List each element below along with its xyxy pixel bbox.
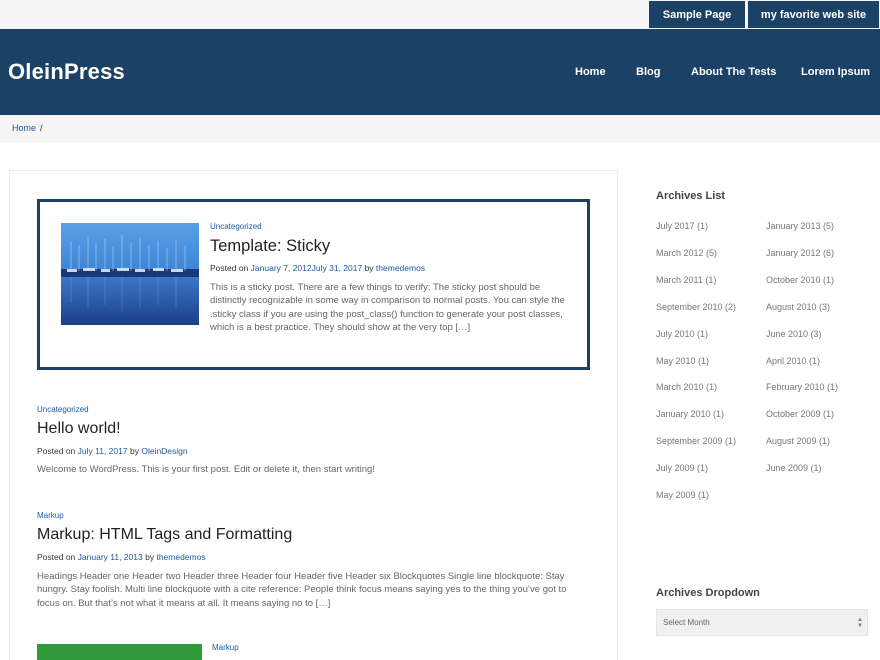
archive-link[interactable]: January 2012 (6)	[766, 248, 834, 258]
archive-link[interactable]: February 2010 (1)	[766, 382, 838, 392]
breadcrumb-separator: /	[40, 123, 43, 133]
post-date-link[interactable]: July 11, 2017	[78, 446, 128, 456]
archive-link[interactable]: May 2009 (1)	[656, 490, 709, 500]
archives-list-title: Archives List	[656, 190, 726, 202]
archive-link[interactable]: January 2010 (1)	[656, 409, 724, 419]
archive-link[interactable]: August 2009 (1)	[766, 436, 830, 446]
post-meta: Posted on January 11, 2013 by themedemos	[37, 552, 206, 562]
archive-link[interactable]: June 2009 (1)	[766, 463, 822, 473]
nav-home[interactable]: Home	[575, 66, 606, 78]
archive-link[interactable]: September 2010 (2)	[656, 302, 736, 312]
post-author-link[interactable]: OleinDesign	[141, 446, 187, 456]
favorite-site-button[interactable]: my favorite web site	[748, 1, 879, 28]
archive-link[interactable]: March 2010 (1)	[656, 382, 717, 392]
site-header: OleinPress Home Blog About The Tests Lor…	[0, 29, 880, 115]
post-meta: Posted on July 11, 2017 by OleinDesign	[37, 446, 188, 456]
top-bar: Sample Page my favorite web site	[0, 0, 880, 29]
post-title[interactable]: Hello world!	[37, 420, 121, 438]
archive-link[interactable]: October 2010 (1)	[766, 275, 834, 285]
nav-about-the-tests[interactable]: About The Tests	[691, 66, 776, 78]
site-logo[interactable]: OleinPress	[8, 59, 125, 85]
archive-link[interactable]: May 2010 (1)	[656, 356, 709, 366]
sticky-post-thumbnail[interactable]	[61, 223, 199, 325]
post-date-link[interactable]: January 11, 2013	[78, 552, 143, 562]
post-excerpt: This is a sticky post. There are a few t…	[210, 282, 565, 334]
archive-link[interactable]: January 2013 (5)	[766, 221, 834, 231]
archive-link[interactable]: September 2009 (1)	[656, 436, 736, 446]
posted-on-label: Posted on	[37, 552, 76, 562]
post-thumbnail[interactable]	[37, 644, 202, 660]
archive-link[interactable]: March 2011 (1)	[656, 275, 716, 285]
archive-link[interactable]: June 2010 (3)	[766, 329, 822, 339]
archive-link[interactable]: July 2010 (1)	[656, 329, 708, 339]
by-label: by	[145, 552, 155, 562]
dropdown-selected-value: Select Month	[663, 618, 710, 627]
post-meta: Posted on January 7, 2012July 31, 2017 b…	[210, 263, 425, 273]
archive-link[interactable]: July 2017 (1)	[656, 221, 708, 231]
post-title[interactable]: Markup: HTML Tags and Formatting	[37, 526, 292, 544]
post-category[interactable]: Uncategorized	[210, 222, 262, 231]
post-author-link[interactable]: themedemos	[376, 263, 425, 273]
archives-dropdown-title: Archives Dropdown	[656, 587, 760, 599]
archive-link[interactable]: October 2009 (1)	[766, 409, 834, 419]
by-label: by	[364, 263, 374, 273]
post-excerpt: Welcome to WordPress. This is your first…	[37, 464, 375, 475]
archive-link[interactable]: March 2012 (5)	[656, 248, 717, 258]
post-category[interactable]: Markup	[37, 511, 64, 520]
updown-arrows-icon: ▲ ▼	[857, 617, 863, 629]
post-excerpt: Headings Header one Header two Header th…	[37, 571, 567, 609]
sample-page-button[interactable]: Sample Page	[649, 1, 745, 28]
post-title[interactable]: Template: Sticky	[210, 237, 330, 256]
breadcrumb: Home /	[0, 115, 880, 143]
archives-dropdown[interactable]: Select Month ▲ ▼	[656, 609, 868, 636]
posted-on-label: Posted on	[210, 263, 249, 273]
archive-link[interactable]: August 2010 (3)	[766, 302, 830, 312]
posted-on-label: Posted on	[37, 446, 76, 456]
nav-lorem-ipsum[interactable]: Lorem Ipsum	[801, 66, 870, 78]
breadcrumb-home[interactable]: Home	[12, 123, 36, 133]
post-category[interactable]: Uncategorized	[37, 405, 89, 414]
harbor-image	[61, 223, 199, 325]
post-author-link[interactable]: themedemos	[156, 552, 205, 562]
post-date-link[interactable]: January 7, 2012July 31, 2017	[251, 263, 363, 273]
by-label: by	[129, 446, 139, 456]
post-category[interactable]: Markup	[212, 643, 239, 652]
archive-link[interactable]: April 2010 (1)	[766, 356, 820, 366]
archive-link[interactable]: July 2009 (1)	[656, 463, 708, 473]
nav-blog[interactable]: Blog	[636, 66, 660, 78]
